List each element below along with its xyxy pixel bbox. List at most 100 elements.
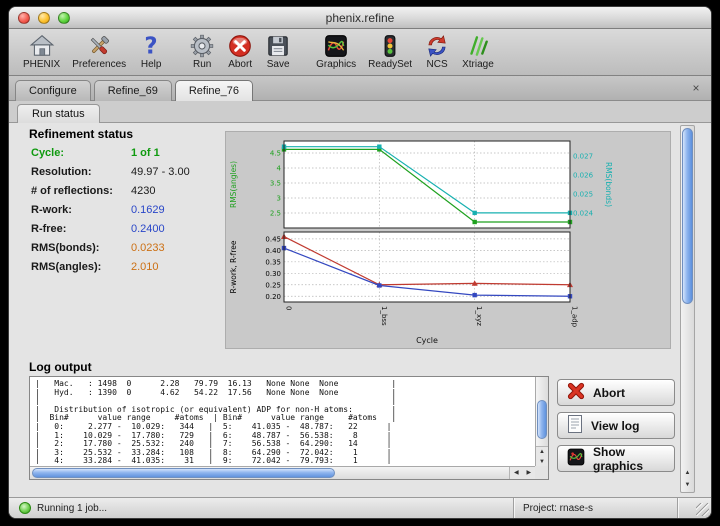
scroll-down-icon[interactable]: ▼ [681, 479, 694, 491]
scroll-left-icon[interactable]: ◀ [510, 467, 523, 479]
svg-text:0.027: 0.027 [573, 153, 593, 161]
stat-value: 0.0233 [131, 242, 165, 254]
tab-run-status[interactable]: Run status [17, 104, 100, 123]
stat-cycle: Cycle: 1 of 1 [31, 143, 223, 162]
scroll-up-icon[interactable]: ▲ [681, 467, 694, 479]
toolbar-label: Help [141, 59, 162, 70]
log-horizontal-scrollbar-thumb[interactable] [32, 468, 335, 478]
toolbar-label: Save [267, 59, 290, 70]
toolbar-button-save[interactable]: Save [259, 31, 297, 70]
svg-text:0.20: 0.20 [265, 293, 281, 301]
gear-icon [189, 32, 215, 59]
scroll-up-icon[interactable]: ▲ [536, 447, 548, 457]
stat-r-work: R-work: 0.1629 [31, 200, 223, 219]
svg-text:1_bss: 1_bss [380, 306, 388, 326]
toolbar-button-abort[interactable]: Abort [221, 31, 259, 70]
stat-value: 0.2400 [131, 223, 165, 235]
svg-text:RMS(bonds): RMS(bonds) [604, 162, 613, 207]
resize-grip[interactable] [696, 503, 709, 516]
log-output-box: | Mac. : 1498 0 2.28 79.79 16.13 None No… [29, 376, 549, 480]
svg-text:Cycle: Cycle [416, 336, 438, 345]
toolbar-label: Graphics [316, 59, 356, 70]
svg-text:?: ? [145, 33, 158, 58]
refinement-plot-svg: 2.533.544.50.0240.0250.0260.027RMS(angle… [226, 132, 668, 348]
window-title: phenix.refine [326, 11, 395, 25]
toolbar-button-help[interactable]: ? Help [132, 31, 170, 70]
refinement-stats: Cycle: 1 of 1 Resolution: 49.97 - 3.00 #… [31, 143, 223, 276]
svg-text:0.30: 0.30 [265, 270, 281, 278]
toolbar-button-run[interactable]: Run [183, 31, 221, 70]
close-tab-icon[interactable]: × [689, 81, 703, 95]
window-controls [18, 12, 70, 24]
log-scroll-arrows[interactable]: ▲▼ [536, 446, 548, 466]
scroll-right-icon[interactable]: ▶ [523, 467, 536, 479]
minimize-window-button[interactable] [38, 12, 50, 24]
svg-text:0.024: 0.024 [573, 209, 594, 217]
abort-x-icon [566, 381, 586, 404]
show-graphics-button[interactable]: Show graphics [557, 445, 675, 472]
floppy-icon [265, 32, 291, 59]
view-log-button[interactable]: View log [557, 412, 675, 439]
titlebar[interactable]: phenix.refine [9, 7, 711, 29]
graphics-icon [566, 447, 586, 470]
stat-label: R-work: [31, 204, 131, 216]
svg-text:0: 0 [285, 306, 293, 310]
log-vertical-scrollbar[interactable]: ▲▼ [535, 377, 548, 466]
stat-value: 4230 [131, 185, 155, 197]
log-output-text: | Mac. : 1498 0 2.28 79.79 16.13 None No… [35, 380, 533, 464]
log-vertical-scrollbar-thumb[interactable] [537, 400, 547, 439]
content-scrollbar-thumb[interactable] [682, 128, 693, 304]
stat-label: RMS(bonds): [31, 242, 131, 254]
traffic-light-icon [377, 32, 403, 59]
toolbar-button-graphics[interactable]: Graphics [310, 31, 362, 70]
toolbar-button-readyset[interactable]: ReadySet [362, 31, 418, 70]
abort-button-label: Abort [593, 386, 625, 400]
svg-text:3: 3 [277, 195, 281, 203]
progress-spinner-icon [19, 502, 31, 514]
svg-text:4.5: 4.5 [270, 150, 281, 158]
log-scroll-arrows-h[interactable]: ◀▶ [509, 467, 535, 479]
close-window-button[interactable] [18, 12, 30, 24]
stat-label: Resolution: [31, 166, 131, 178]
log-horizontal-scrollbar[interactable]: ◀▶ [30, 466, 535, 479]
content-scroll-arrows[interactable]: ▲▼ [681, 467, 694, 491]
stat-value: 2.010 [131, 261, 159, 273]
log-output-heading: Log output [29, 360, 92, 374]
svg-text:R-work, R-free: R-work, R-free [229, 240, 238, 293]
run-status-pane: Refinement status Cycle: 1 of 1 Resoluti… [9, 123, 711, 497]
toolbar: PHENIX Preferences ? Help Run [9, 29, 711, 76]
stat-reflections: # of reflections: 4230 [31, 181, 223, 200]
toolbar-button-phenix[interactable]: PHENIX [17, 31, 66, 70]
svg-text:3.5: 3.5 [270, 180, 281, 188]
svg-text:0.40: 0.40 [265, 247, 281, 255]
tab-refine-69[interactable]: Refine_69 [94, 80, 172, 101]
toolbar-button-xtriage[interactable]: Xtriage [456, 31, 500, 70]
toolbar-label: NCS [427, 59, 448, 70]
toolbar-label: Run [193, 59, 211, 70]
content-scrollbar[interactable]: ▲▼ [680, 125, 695, 493]
zoom-window-button[interactable] [58, 12, 70, 24]
abort-circle-icon [227, 32, 253, 59]
view-log-button-label: View log [591, 419, 639, 433]
tools-icon [86, 32, 112, 59]
tab-refine-76[interactable]: Refine_76 [175, 80, 253, 101]
toolbar-button-ncs[interactable]: NCS [418, 31, 456, 70]
toolbar-label: ReadySet [368, 59, 412, 70]
stat-label: RMS(angles): [31, 261, 131, 273]
svg-text:1_adp: 1_adp [571, 306, 579, 328]
tab-configure[interactable]: Configure [15, 80, 91, 101]
action-buttons: Abort View log Show graphics [557, 379, 675, 478]
status-message: Running 1 job... [37, 503, 107, 514]
home-icon [29, 32, 55, 59]
svg-text:0.25: 0.25 [265, 281, 281, 289]
toolbar-label: Preferences [72, 59, 126, 70]
stat-rms-bonds: RMS(bonds): 0.0233 [31, 238, 223, 257]
abort-button[interactable]: Abort [557, 379, 675, 406]
graphics-icon [323, 32, 349, 59]
toolbar-label: Abort [228, 59, 252, 70]
statusbar-divider [677, 498, 678, 518]
toolbar-button-preferences[interactable]: Preferences [66, 31, 132, 70]
svg-text:0.45: 0.45 [265, 235, 281, 243]
stat-label: Cycle: [31, 147, 131, 159]
xtriage-icon [465, 32, 491, 59]
